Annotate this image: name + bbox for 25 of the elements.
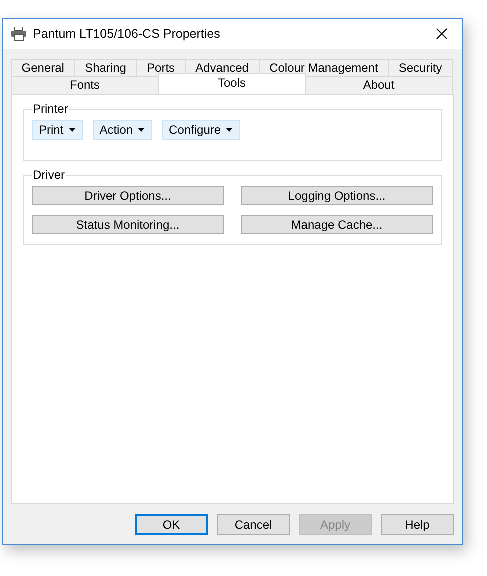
caret-icon [138,128,146,132]
menu-button[interactable]: Print [32,120,83,140]
tab[interactable]: General [11,59,76,76]
dialog-button[interactable]: Help [381,514,454,535]
dialog-button[interactable]: Cancel [217,514,290,535]
driver-button[interactable]: Manage Cache... [241,215,433,234]
tab[interactable]: Security [388,59,454,76]
driver-button[interactable]: Status Monitoring... [32,215,224,234]
caret-icon [68,128,76,132]
group-title: Printer [32,102,70,116]
tab[interactable]: Colour Management [258,59,390,76]
caret-icon [226,128,234,132]
group-title: Driver [32,168,66,182]
menu-button[interactable]: Configure [162,120,240,140]
tab[interactable]: Sharing [74,59,138,76]
driver-button[interactable]: Driver Options... [32,186,224,205]
window-title: Pantum LT105/106-CS Properties [33,27,222,41]
menu-button[interactable]: Action [92,120,152,140]
driver-button[interactable]: Logging Options... [241,186,433,205]
tab[interactable]: About [305,76,453,94]
tab[interactable]: Fonts [11,76,159,94]
tab[interactable]: Tools [158,73,306,94]
close-icon[interactable] [436,28,448,40]
printer-icon [11,27,27,41]
dialog-button[interactable]: OK [135,514,208,535]
